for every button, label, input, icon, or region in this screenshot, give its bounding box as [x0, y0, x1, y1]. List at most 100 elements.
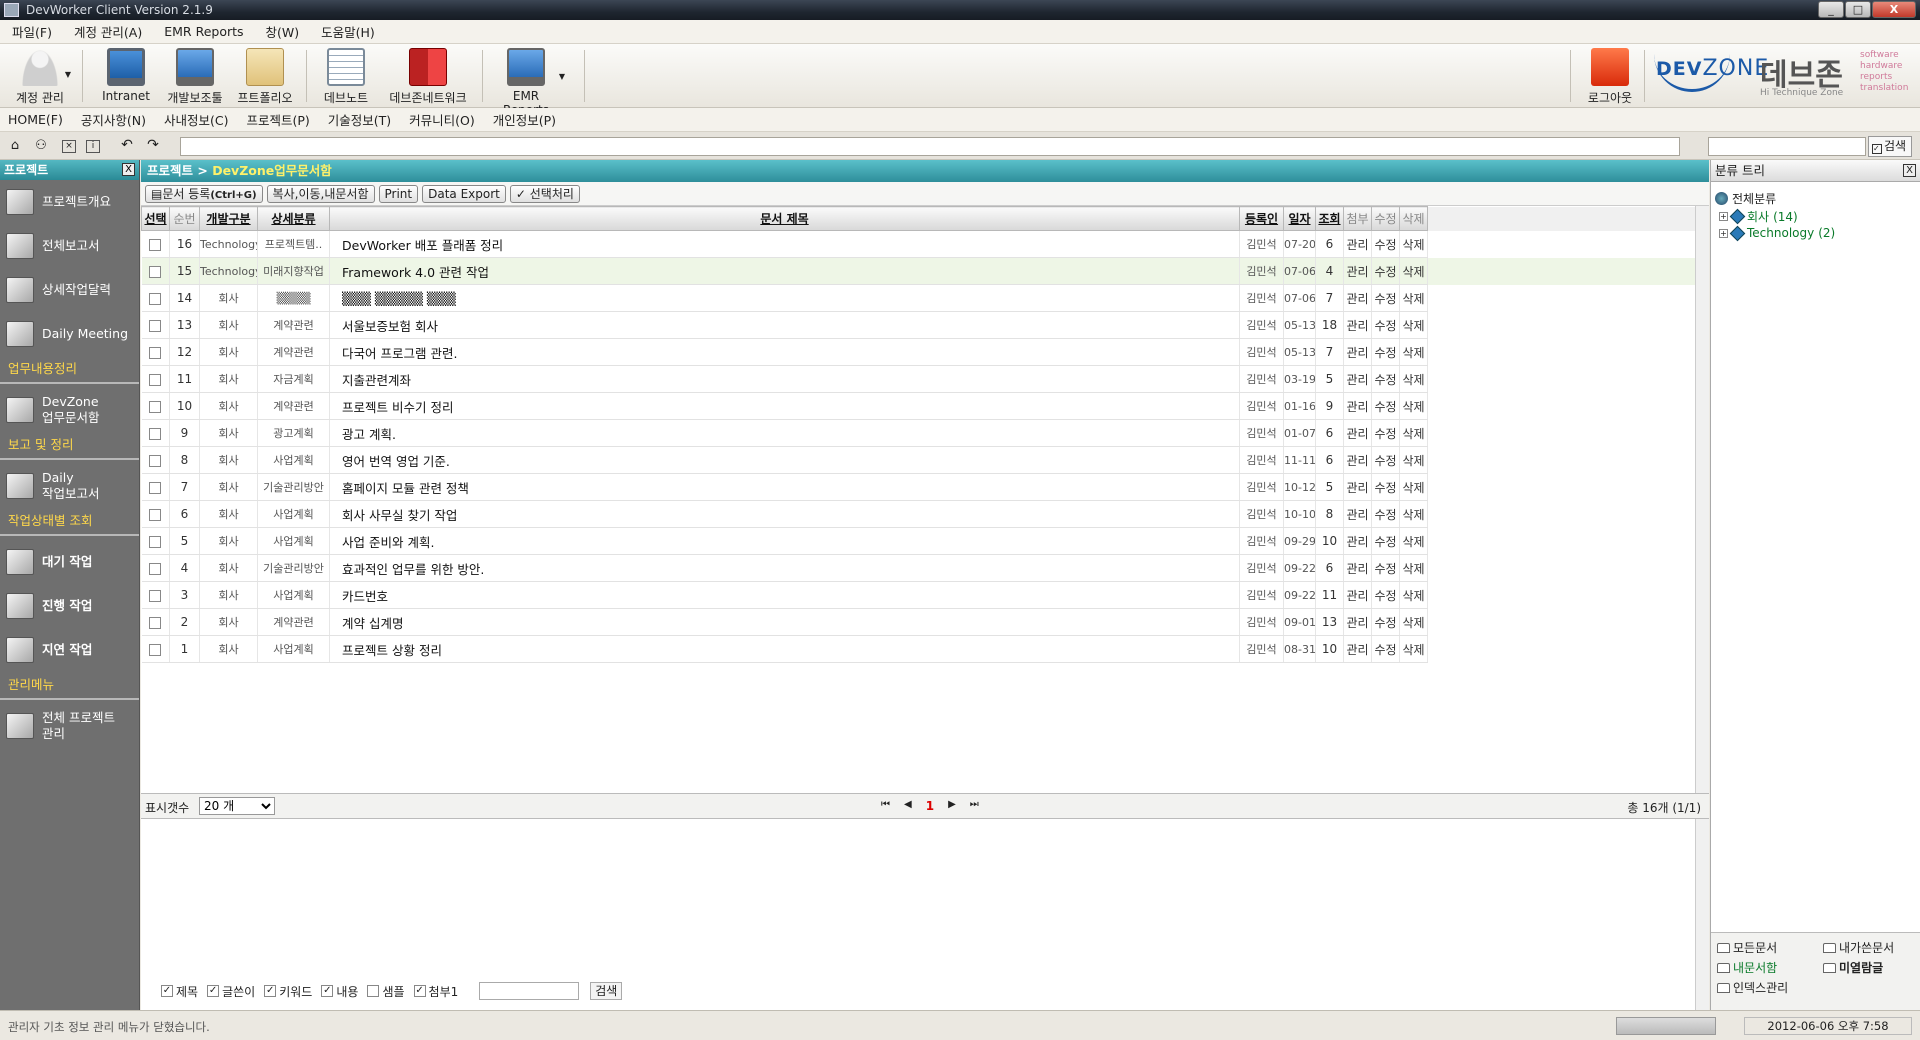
table-row[interactable]: 1 회사 사업계획 프로젝트 상황 정리 김민석 08-31 10 관리 수정 삭제 [141, 635, 1710, 663]
toolbar-emr-reports-button[interactable]: ▼ EMR Reports [490, 48, 565, 117]
home-icon[interactable]: ⌂ [8, 139, 22, 153]
checkbox[interactable] [149, 319, 162, 332]
table-row[interactable]: 15 Technology 미래지향작업 Framework 4.0 관련 작업 김민석… [141, 257, 1709, 285]
row-edit-button[interactable]: 수정 [1371, 527, 1400, 555]
dropdown-arrow-icon[interactable]: ▼ [65, 70, 71, 79]
tree-node-technology[interactable]: + Technology (2) [1719, 225, 1835, 241]
checkbox[interactable] [149, 616, 162, 629]
checkbox[interactable] [149, 535, 162, 548]
nav-daily-meeting[interactable]: Daily Meeting [0, 312, 139, 356]
table-row[interactable]: 7 회사 기술관리방안 홈페이지 모듈 관련 정책 김민석 10-12 5 관리 수정 삭제 [141, 473, 1710, 501]
nav-delayed-tasks[interactable]: 지연 작업 [0, 628, 139, 672]
menu-file[interactable]: 파일(F) [12, 22, 52, 41]
nav-detail-calendar[interactable]: 상세작업달력 [0, 268, 139, 312]
menu-personal-info[interactable]: 개인정보(P) [493, 110, 556, 129]
page-number[interactable]: 1 [926, 799, 934, 813]
row-edit-button[interactable]: 수정 [1371, 500, 1400, 528]
row-checkbox[interactable] [141, 554, 170, 582]
menu-project[interactable]: 프로젝트(P) [246, 110, 309, 129]
row-manage-button[interactable]: 관리 [1343, 284, 1372, 312]
folder-index-manage[interactable]: 인덱스관리 [1717, 979, 1788, 996]
panel-close-icon[interactable]: X [1903, 164, 1916, 177]
checkbox[interactable] [149, 643, 162, 656]
row-delete-button[interactable]: 삭제 [1399, 473, 1428, 501]
row-manage-button[interactable]: 관리 [1343, 473, 1372, 501]
row-delete-button[interactable]: 삭제 [1399, 581, 1428, 609]
row-manage-button[interactable]: 관리 [1343, 230, 1372, 258]
folder-my-written[interactable]: 내가쓴문서 [1823, 939, 1894, 956]
row-checkbox[interactable] [141, 419, 170, 447]
row-delete-button[interactable]: 삭제 [1399, 635, 1428, 663]
expand-icon[interactable]: + [1719, 212, 1728, 221]
row-manage-button[interactable]: 관리 [1343, 338, 1372, 366]
row-title[interactable]: 광고 계획. [329, 419, 1240, 447]
first-page-icon[interactable]: ⏮ [881, 799, 890, 813]
row-checkbox[interactable] [141, 500, 170, 528]
row-manage-button[interactable]: 관리 [1343, 365, 1372, 393]
row-edit-button[interactable]: 수정 [1371, 446, 1400, 474]
row-delete-button[interactable]: 삭제 [1399, 554, 1428, 582]
row-checkbox[interactable] [141, 365, 170, 393]
row-edit-button[interactable]: 수정 [1371, 554, 1400, 582]
nav-waiting-tasks[interactable]: 대기 작업 [0, 540, 139, 584]
row-edit-button[interactable]: 수정 [1371, 230, 1400, 258]
minimize-button[interactable]: _ [1818, 1, 1844, 18]
row-delete-button[interactable]: 삭제 [1399, 527, 1428, 555]
row-edit-button[interactable]: 수정 [1371, 365, 1400, 393]
breadcrumb-root[interactable]: 프로젝트 > [147, 163, 208, 178]
nav-daily-report[interactable]: Daily 작업보고서 [0, 464, 139, 508]
print-button[interactable]: Print [378, 184, 419, 203]
row-checkbox[interactable] [141, 392, 170, 420]
checkbox[interactable] [149, 562, 162, 575]
folder-my-docs[interactable]: 내문서함 [1717, 959, 1777, 976]
toolbar-devtools-button[interactable]: 개발보조툴 [162, 48, 228, 106]
toolbar-devzone-network-button[interactable]: 데브존네트워크 [380, 48, 476, 106]
data-export-button[interactable]: Data Export [422, 184, 506, 203]
row-delete-button[interactable]: 삭제 [1399, 608, 1428, 636]
search-button[interactable]: ✓ 검색 [1868, 136, 1912, 157]
row-delete-button[interactable]: 삭제 [1399, 338, 1428, 366]
info-icon[interactable]: i [86, 140, 100, 153]
row-checkbox[interactable] [141, 446, 170, 474]
logout-button[interactable]: 로그아웃 [1580, 48, 1640, 106]
checkbox[interactable] [149, 427, 162, 440]
nav-all-project-admin[interactable]: 전체 프로젝트 관리 [0, 704, 139, 748]
row-delete-button[interactable]: 삭제 [1399, 365, 1428, 393]
tree-root[interactable]: 전체분류 [1715, 190, 1776, 207]
row-checkbox[interactable] [141, 338, 170, 366]
filter-checkbox[interactable]: ✓ [413, 985, 426, 997]
filter-search-button[interactable]: 검색 [590, 982, 623, 1000]
row-checkbox[interactable] [141, 527, 170, 555]
redo-icon[interactable]: ↷ [146, 138, 160, 153]
maximize-button[interactable]: □ [1845, 1, 1871, 18]
row-title[interactable]: 지출관련계좌 [329, 365, 1240, 393]
table-row[interactable]: 10 회사 계약관련 프로젝트 비수기 정리 김민석 01-16 9 관리 수정 삭제 [141, 392, 1710, 420]
row-delete-button[interactable]: 삭제 [1399, 500, 1428, 528]
row-checkbox[interactable] [141, 581, 170, 609]
row-title[interactable]: 사업 준비와 계획. [329, 527, 1240, 555]
row-edit-button[interactable]: 수정 [1371, 338, 1400, 366]
row-manage-button[interactable]: 관리 [1343, 554, 1372, 582]
row-checkbox[interactable] [141, 311, 170, 339]
tree-node-company[interactable]: + 회사 (14) [1719, 208, 1798, 225]
close-button[interactable]: X [1872, 1, 1916, 18]
table-row[interactable]: 11 회사 자금계획 지출관련계좌 김민석 03-19 5 관리 수정 삭제 [141, 365, 1710, 393]
row-title[interactable]: 프로젝트 비수기 정리 [329, 392, 1240, 420]
row-manage-button[interactable]: 관리 [1343, 635, 1372, 663]
row-title[interactable]: Framework 4.0 관련 작업 [329, 257, 1240, 285]
nav-progress-tasks[interactable]: 진행 작업 [0, 584, 139, 628]
col-dev-type[interactable]: 개발구분 [199, 206, 258, 231]
row-title[interactable]: 카드번호 [329, 581, 1240, 609]
close-tab-icon[interactable]: × [62, 140, 76, 153]
table-row[interactable]: 13 회사 계약관련 서울보증보험 회사 김민석 05-13 18 관리 수정 삭제 [141, 311, 1710, 339]
row-checkbox[interactable] [141, 608, 170, 636]
row-title[interactable]: 영어 번역 영업 기준. [329, 446, 1240, 474]
menu-community[interactable]: 커뮤니티(O) [409, 110, 475, 129]
filter-checkbox[interactable]: ✓ [321, 985, 334, 997]
row-edit-button[interactable]: 수정 [1371, 419, 1400, 447]
checkbox[interactable] [149, 373, 162, 386]
nav-project-overview[interactable]: 프로젝트개요 [0, 180, 139, 224]
checkbox[interactable] [149, 454, 162, 467]
checkbox[interactable] [149, 508, 162, 521]
last-page-icon[interactable]: ⏭ [970, 799, 979, 813]
